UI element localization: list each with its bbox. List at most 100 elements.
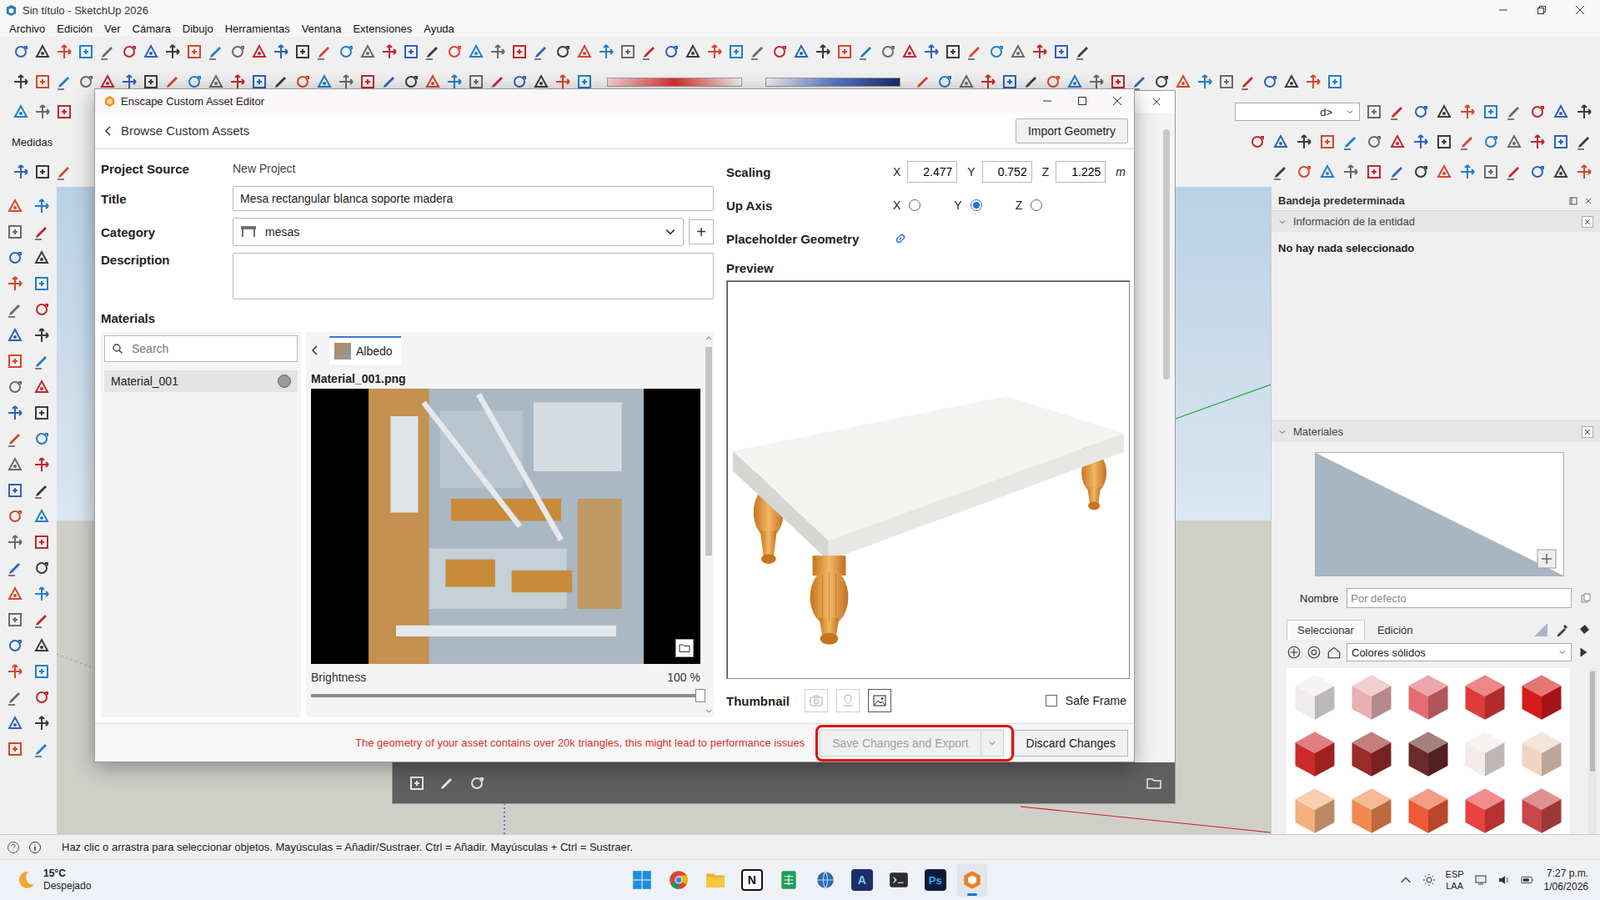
tool-icon[interactable]: [1388, 132, 1407, 151]
safe-frame-toggle[interactable]: Safe Frame: [1045, 693, 1130, 708]
tool-icon[interactable]: [1551, 162, 1570, 181]
tool-icon[interactable]: [206, 42, 226, 61]
category-select[interactable]: mesas: [232, 217, 684, 246]
home-icon[interactable]: [1326, 644, 1342, 660]
tool-icon[interactable]: [32, 403, 51, 422]
tool-icon[interactable]: [1364, 102, 1384, 121]
tool-icon[interactable]: [76, 42, 96, 61]
tool-icon[interactable]: [1551, 102, 1570, 121]
tool-icon[interactable]: [1434, 162, 1454, 181]
close-icon[interactable]: [1574, 5, 1585, 16]
tool-icon[interactable]: [5, 274, 25, 293]
tool-icon[interactable]: [32, 636, 51, 655]
tool-icon[interactable]: [401, 42, 421, 61]
channel-tab[interactable]: Albedo: [329, 336, 402, 365]
tool-icon[interactable]: [32, 300, 51, 319]
tool-icon[interactable]: [618, 42, 637, 61]
tool-icon[interactable]: [423, 42, 442, 61]
radio-button[interactable]: [908, 199, 921, 211]
tool-icon[interactable]: [5, 377, 25, 397]
tool-icon[interactable]: [1481, 132, 1500, 151]
menu-item[interactable]: Archivo: [3, 22, 51, 36]
tool-icon[interactable]: [1238, 72, 1258, 91]
tool-icon[interactable]: [1260, 72, 1279, 91]
scale-input[interactable]: [1055, 160, 1106, 183]
taskbar-app[interactable]: [700, 862, 731, 897]
tool-icon[interactable]: [76, 72, 96, 91]
entity-info-header[interactable]: Información de la entidad: [1271, 210, 1600, 232]
help-icon[interactable]: [6, 840, 21, 854]
pin-icon[interactable]: [1568, 195, 1579, 206]
tool-icon[interactable]: [32, 429, 51, 448]
tool-icon[interactable]: [1294, 132, 1314, 151]
tool-icon[interactable]: [1574, 132, 1594, 151]
back-icon[interactable]: [1286, 644, 1302, 660]
tool-icon[interactable]: [1388, 162, 1407, 181]
tool-icon[interactable]: [748, 42, 768, 61]
tool-icon[interactable]: [987, 42, 1006, 61]
close-icon[interactable]: [1112, 95, 1123, 106]
tool-icon[interactable]: [1008, 42, 1028, 61]
import-geometry-button[interactable]: Import Geometry: [1015, 118, 1129, 144]
taskbar-app[interactable]: [810, 862, 841, 897]
tool-icon[interactable]: [293, 42, 312, 61]
close-icon[interactable]: [1581, 426, 1594, 438]
up-axis-radio[interactable]: Z: [1015, 198, 1044, 212]
tool-icon[interactable]: [5, 300, 25, 319]
tool-icon[interactable]: [835, 42, 854, 61]
tool-icon[interactable]: [1364, 132, 1384, 151]
tool-icon[interactable]: [336, 42, 356, 61]
color-swatch[interactable]: [1344, 782, 1399, 834]
tool-icon[interactable]: [5, 610, 25, 629]
title-input[interactable]: [232, 185, 714, 211]
tool-icon[interactable]: [271, 42, 291, 61]
tool-icon[interactable]: [98, 42, 117, 61]
tool-icon[interactable]: [1364, 162, 1384, 181]
tool-icon[interactable]: [1411, 132, 1430, 151]
material-tab[interactable]: Edición: [1366, 619, 1425, 640]
taskbar-app[interactable]: [957, 862, 988, 897]
scrollbar[interactable]: [1588, 667, 1597, 834]
tool-icon[interactable]: [510, 42, 529, 61]
tool-icon[interactable]: [1411, 102, 1430, 121]
thumbnail-action[interactable]: [867, 688, 892, 713]
link-icon[interactable]: [892, 230, 908, 246]
tool-icon[interactable]: [770, 42, 789, 61]
maximize-icon[interactable]: [1077, 95, 1088, 106]
tool-icon[interactable]: [1052, 42, 1071, 61]
tool-icon[interactable]: [1195, 72, 1214, 91]
search-input[interactable]: [130, 341, 291, 357]
tool-icon[interactable]: [5, 584, 25, 603]
create-material-icon[interactable]: [1536, 548, 1557, 569]
tool-icon[interactable]: [5, 636, 25, 655]
tool-icon[interactable]: [466, 42, 486, 61]
asset-tool-icon[interactable]: [467, 773, 487, 793]
tool-icon[interactable]: [640, 42, 659, 61]
tool-icon[interactable]: [1304, 72, 1323, 91]
tool-icon[interactable]: [662, 42, 681, 61]
tool-icon[interactable]: [1318, 162, 1337, 181]
asset-preview[interactable]: [726, 280, 1130, 679]
back-arrow-icon[interactable]: [310, 344, 320, 357]
tool-icon[interactable]: [1217, 72, 1236, 91]
folder-icon[interactable]: [675, 638, 694, 658]
menu-item[interactable]: Ayuda: [417, 22, 461, 36]
weather-widget[interactable]: 15°CDespejado: [0, 867, 266, 893]
tool-icon[interactable]: [878, 42, 898, 61]
tool-icon[interactable]: [727, 42, 746, 61]
menu-item[interactable]: Ver: [98, 22, 127, 36]
tool-icon[interactable]: [120, 42, 139, 61]
tool-icon[interactable]: [32, 377, 51, 397]
tool-icon[interactable]: [5, 326, 25, 345]
tool-icon[interactable]: [5, 403, 25, 422]
taskbar-app[interactable]: Ps: [920, 862, 951, 897]
tool-icon[interactable]: [792, 42, 811, 61]
color-swatch[interactable]: [1514, 669, 1569, 723]
tool-icon[interactable]: [1294, 162, 1314, 181]
chevron-up-icon[interactable]: [1399, 872, 1413, 887]
color-swatch[interactable]: [1401, 782, 1455, 834]
restore-icon[interactable]: [1536, 5, 1547, 16]
tool-icon[interactable]: [5, 532, 25, 552]
tool-icon[interactable]: [32, 248, 51, 267]
tool-icon[interactable]: [1271, 132, 1290, 151]
